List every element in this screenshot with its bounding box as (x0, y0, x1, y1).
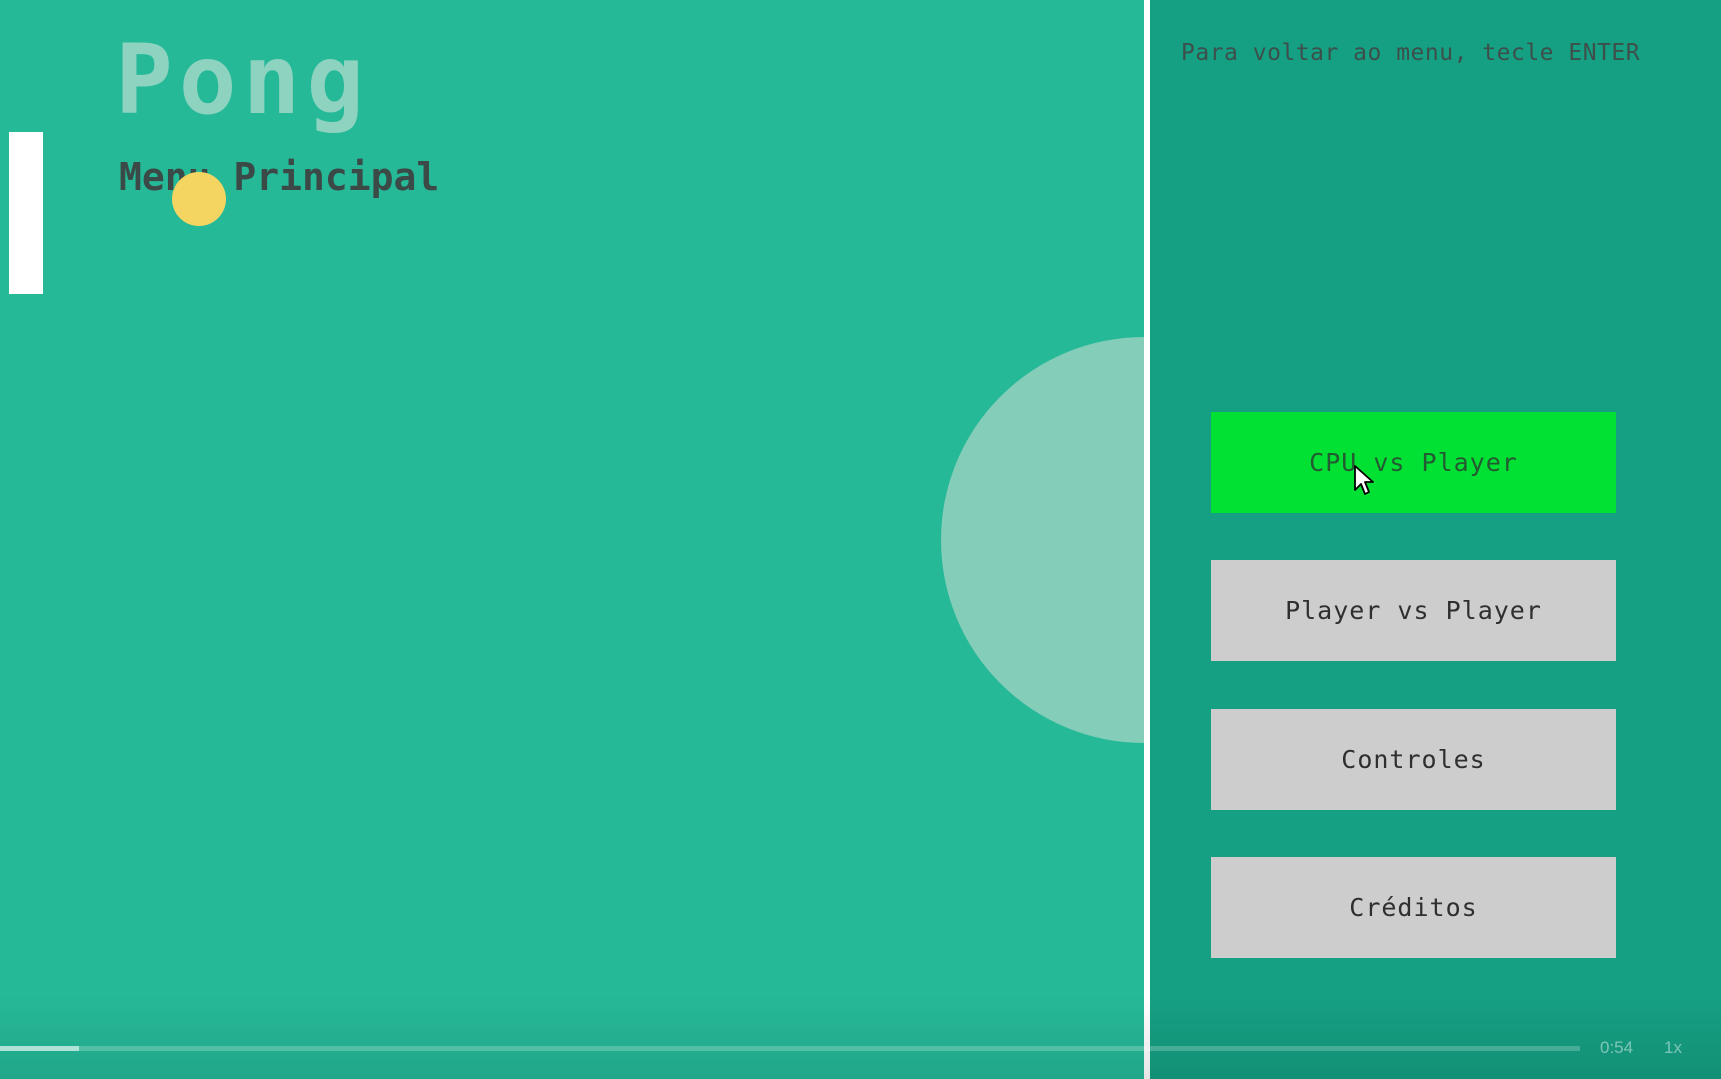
center-circle (941, 337, 1144, 743)
game-screen: Pong Menu Principal Para voltar ao menu,… (0, 0, 1721, 1079)
video-player-bar (0, 995, 1721, 1079)
player-vs-player-button[interactable]: Player vs Player (1211, 560, 1616, 661)
game-title: Pong (115, 24, 371, 136)
menu-hint: Para voltar ao menu, tecle ENTER (1181, 40, 1641, 66)
main-menu-panel: Para voltar ao menu, tecle ENTER CPU vs … (1150, 0, 1721, 1079)
playback-speed-button[interactable]: 1x (1664, 1038, 1682, 1058)
menu-subtitle: Menu Principal (119, 155, 440, 199)
cpu-vs-player-button[interactable]: CPU vs Player (1211, 412, 1616, 513)
left-paddle (9, 132, 43, 294)
video-time: 0:54 (1600, 1038, 1634, 1057)
controls-button[interactable]: Controles (1211, 709, 1616, 810)
video-progress-bar[interactable] (0, 1046, 1580, 1051)
video-progress-fill (0, 1046, 79, 1051)
credits-button[interactable]: Créditos (1211, 857, 1616, 958)
ball (172, 172, 226, 226)
game-field: Pong Menu Principal (0, 0, 1144, 1079)
